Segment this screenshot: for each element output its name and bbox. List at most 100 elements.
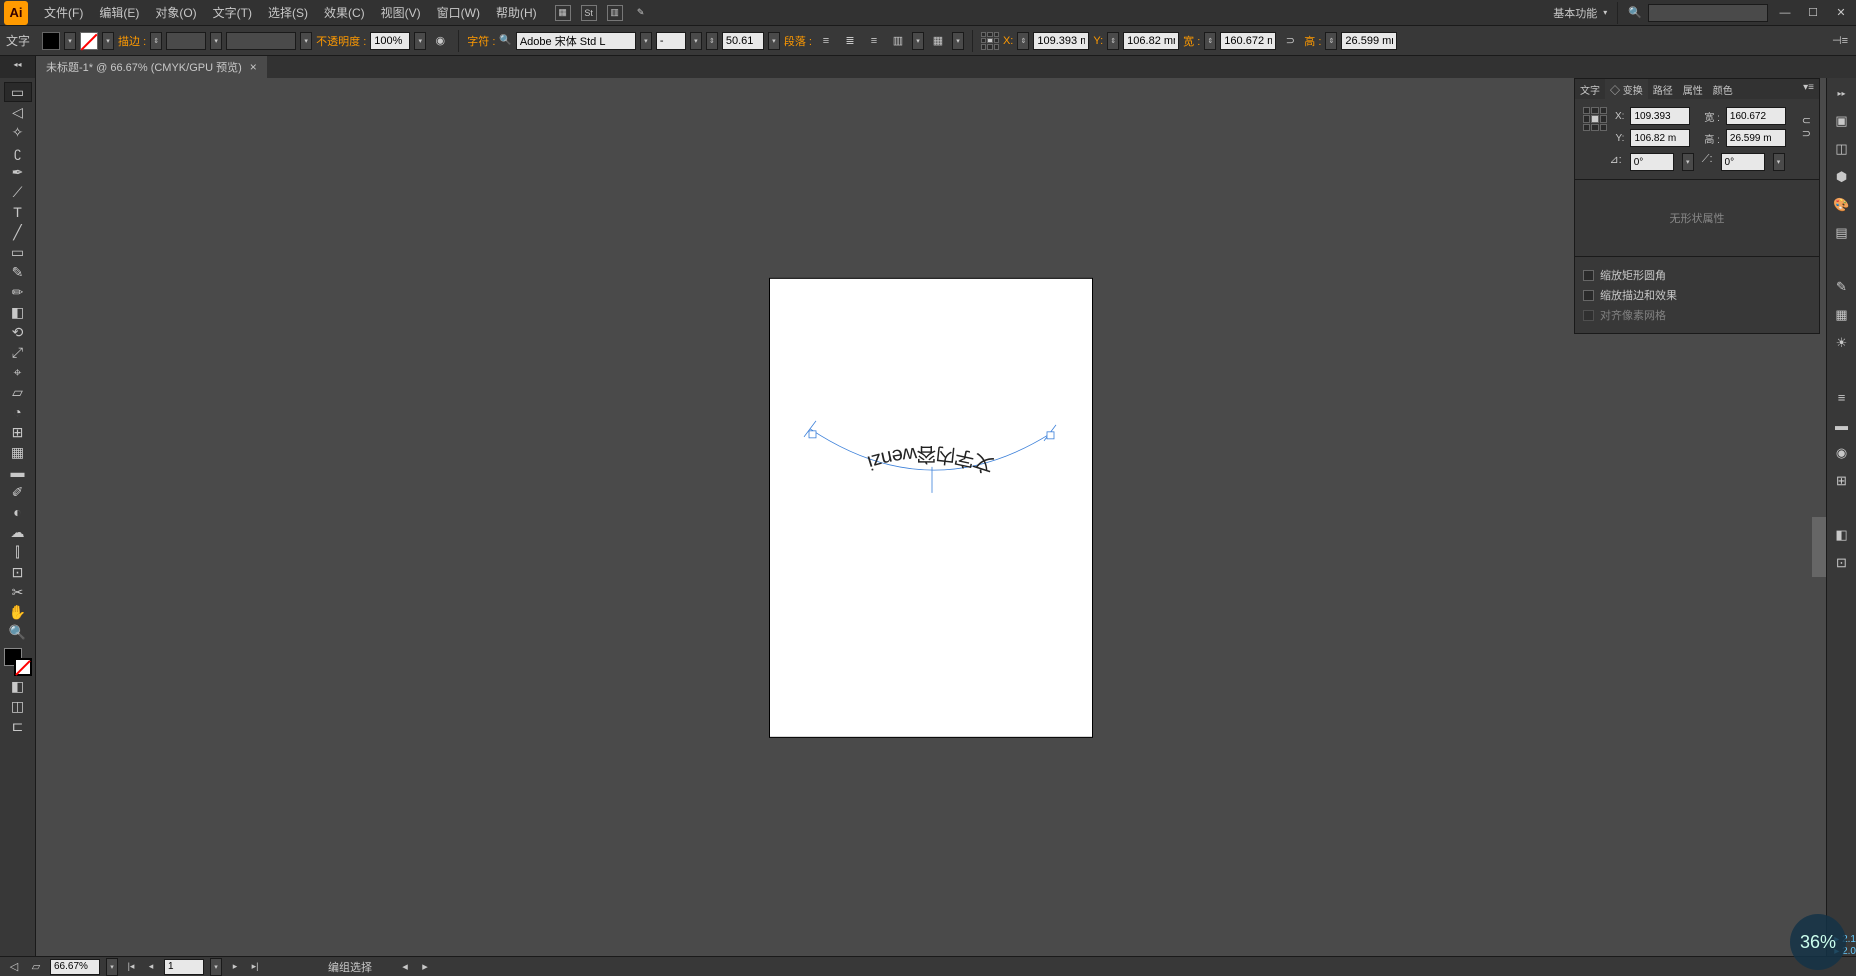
- canvas[interactable]: 文字内容wenzi: [36, 78, 1826, 956]
- h-stepper[interactable]: ⇕: [1325, 32, 1337, 50]
- minimize-button[interactable]: —: [1774, 5, 1796, 21]
- panel-tab-path[interactable]: 路径: [1648, 79, 1678, 99]
- last-artboard[interactable]: ▸|: [248, 961, 262, 972]
- arrange-icon[interactable]: ▥: [607, 5, 623, 21]
- shear-input[interactable]: [1721, 153, 1765, 171]
- swatches-panel-icon[interactable]: ▦: [1831, 304, 1853, 326]
- panel-x-input[interactable]: [1630, 107, 1690, 125]
- stroke-weight-dd[interactable]: ▾: [210, 32, 222, 50]
- lasso-tool[interactable]: ʗ: [4, 142, 32, 162]
- menu-type[interactable]: 文字(T): [205, 0, 260, 25]
- selection-tool[interactable]: ▭: [4, 82, 32, 102]
- zoom-dd[interactable]: ▾: [106, 958, 118, 976]
- artboard-dd[interactable]: ▾: [210, 958, 222, 976]
- rect-tool[interactable]: ▭: [4, 242, 32, 262]
- search-input[interactable]: [1648, 4, 1768, 22]
- stroke-panel-icon[interactable]: ≡: [1831, 386, 1853, 408]
- font-size-dd[interactable]: ▾: [768, 32, 780, 50]
- stroke-swatch[interactable]: [80, 32, 98, 50]
- menu-edit[interactable]: 编辑(E): [91, 0, 147, 25]
- pathfinder-panel-icon[interactable]: ◧: [1831, 524, 1853, 546]
- menu-effect[interactable]: 效果(C): [316, 0, 373, 25]
- align-dd[interactable]: ▾: [952, 32, 964, 50]
- direct-select-tool[interactable]: ◁: [4, 102, 32, 122]
- menu-window[interactable]: 窗口(W): [429, 0, 488, 25]
- free-transform-tool[interactable]: ▱: [4, 382, 32, 402]
- symbol-tool[interactable]: ☁: [4, 522, 32, 542]
- artboards-panel-icon[interactable]: ⊡: [1831, 552, 1853, 574]
- font-style-input[interactable]: [656, 32, 686, 50]
- pencil-tool[interactable]: ✏: [4, 282, 32, 302]
- w-input[interactable]: [1220, 32, 1276, 50]
- panel-reference-point[interactable]: [1583, 107, 1607, 131]
- font-search-icon[interactable]: 🔍: [499, 35, 511, 46]
- brush-dd[interactable]: ▾: [300, 32, 312, 50]
- gpu-icon[interactable]: ▦: [555, 5, 571, 21]
- line-tool[interactable]: ╱: [4, 222, 32, 242]
- menu-file[interactable]: 文件(F): [36, 0, 91, 25]
- angle-input[interactable]: [1630, 153, 1674, 171]
- transparency-panel-icon[interactable]: ◉: [1831, 442, 1853, 464]
- opacity-dd[interactable]: ▾: [414, 32, 426, 50]
- panel-menu-icon[interactable]: ▾≡: [1798, 79, 1819, 99]
- panel-tab-attr[interactable]: 属性: [1678, 79, 1708, 99]
- y-stepper[interactable]: ⇕: [1107, 32, 1119, 50]
- symbols-panel-icon[interactable]: ☀: [1831, 332, 1853, 354]
- fill-stroke-control[interactable]: [4, 648, 32, 676]
- menu-select[interactable]: 选择(S): [260, 0, 316, 25]
- magic-wand-tool[interactable]: ✧: [4, 122, 32, 142]
- pen-tool[interactable]: ✒: [4, 162, 32, 182]
- brushes-panel-icon[interactable]: ✎: [1831, 276, 1853, 298]
- next-artboard[interactable]: ▸: [228, 961, 242, 972]
- align-icon[interactable]: ▦: [928, 31, 948, 51]
- gradient-panel-icon[interactable]: ▬: [1831, 414, 1853, 436]
- status-icon-1[interactable]: ◁: [6, 960, 22, 974]
- panel-w-input[interactable]: [1726, 107, 1786, 125]
- stroke-stepper[interactable]: ⇕: [150, 32, 162, 50]
- panel-collapse-icon[interactable]: ▸▸: [1831, 82, 1853, 104]
- first-artboard[interactable]: |◂: [124, 961, 138, 972]
- perspective-tool[interactable]: ⊞: [4, 422, 32, 442]
- brush-tool[interactable]: ✎: [4, 262, 32, 282]
- x-stepper[interactable]: ⇕: [1017, 32, 1029, 50]
- scroll-left[interactable]: ◂: [398, 960, 412, 973]
- scale-tool[interactable]: ⤢: [4, 342, 32, 362]
- fill-dd[interactable]: ▾: [64, 32, 76, 50]
- color-mode-icon[interactable]: ◧: [4, 676, 32, 696]
- chk-scale-strokes[interactable]: [1583, 290, 1594, 301]
- document-tab[interactable]: 未标题-1* @ 66.67% (CMYK/GPU 预览) ×: [36, 56, 267, 78]
- curvature-tool[interactable]: ⟋: [4, 182, 32, 202]
- controlbar-menu-icon[interactable]: ⊣≡: [1830, 31, 1850, 51]
- color-panel-icon[interactable]: 🎨: [1831, 194, 1853, 216]
- stroke-dd[interactable]: ▾: [102, 32, 114, 50]
- brush-input[interactable]: [226, 32, 296, 50]
- gradient-tool[interactable]: ▬: [4, 462, 32, 482]
- stroke-weight-input[interactable]: [166, 32, 206, 50]
- artboard-num-input[interactable]: [164, 959, 204, 975]
- shear-dd[interactable]: ▾: [1773, 153, 1785, 171]
- snap-icon[interactable]: St: [581, 5, 597, 21]
- h-input[interactable]: [1341, 32, 1397, 50]
- zoom-tool[interactable]: 🔍: [4, 622, 32, 642]
- panel-tab-type[interactable]: 文字: [1575, 79, 1605, 99]
- scroll-right[interactable]: ▸: [418, 960, 432, 973]
- graph-tool[interactable]: ⫿: [4, 542, 32, 562]
- x-input[interactable]: [1033, 32, 1089, 50]
- blend-tool[interactable]: ◐: [4, 502, 32, 522]
- reference-point[interactable]: [981, 32, 999, 50]
- artboard-tool[interactable]: ⊡: [4, 562, 32, 582]
- font-name-dd[interactable]: ▾: [640, 32, 652, 50]
- zoom-input[interactable]: [50, 959, 100, 975]
- envelope-icon[interactable]: ▥: [888, 31, 908, 51]
- mesh-tool[interactable]: ▦: [4, 442, 32, 462]
- align-left-icon[interactable]: ≡: [816, 31, 836, 51]
- prev-artboard[interactable]: ◂: [144, 961, 158, 972]
- wand-icon[interactable]: ✎: [633, 5, 649, 21]
- font-name-input[interactable]: [516, 32, 636, 50]
- panel-tab-transform[interactable]: ◇ 变换: [1605, 79, 1648, 99]
- status-icon-2[interactable]: ▱: [28, 960, 44, 974]
- chk-scale-corners[interactable]: [1583, 270, 1594, 281]
- maximize-button[interactable]: ☐: [1802, 5, 1824, 21]
- shape-builder-tool[interactable]: ◔: [4, 402, 32, 422]
- style-icon[interactable]: ◉: [430, 31, 450, 51]
